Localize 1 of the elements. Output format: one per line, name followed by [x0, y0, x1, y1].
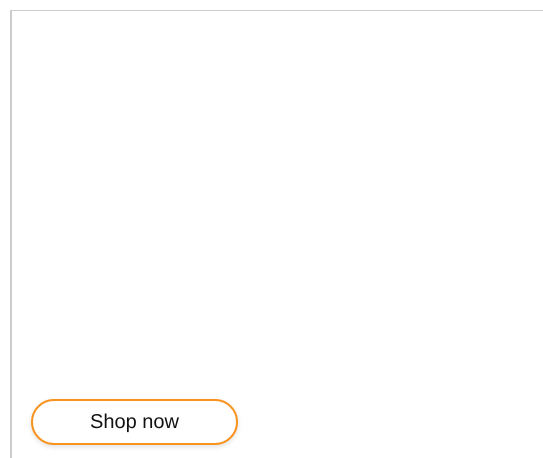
shop-now-button[interactable]: Shop now [31, 399, 238, 445]
